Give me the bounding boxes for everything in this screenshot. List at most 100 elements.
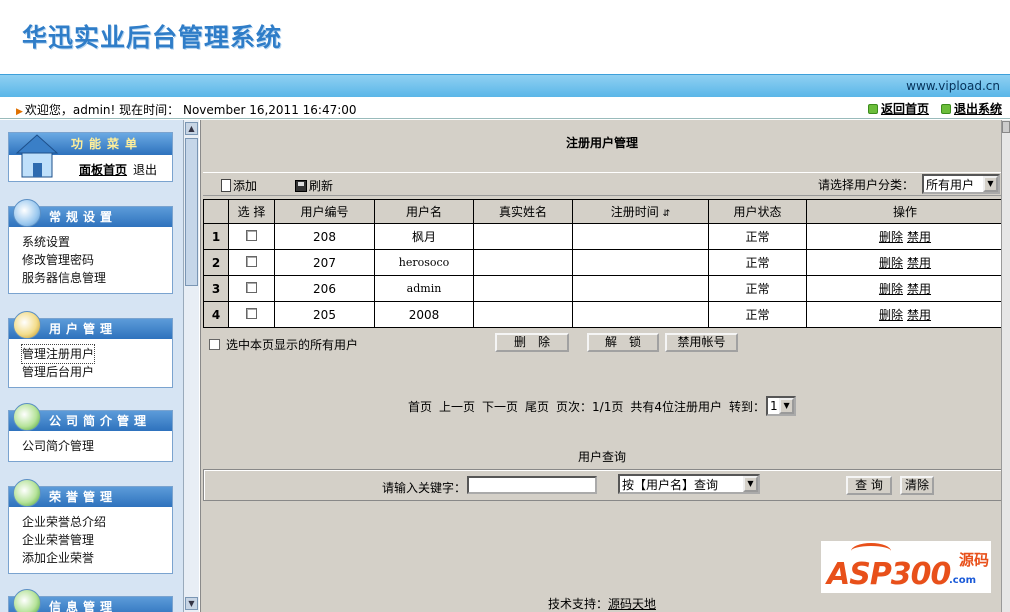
register-time (572, 249, 709, 276)
delete-link[interactable]: 删除 (879, 308, 903, 322)
logout-label: 退出系统 (953, 102, 1002, 116)
first-page-link[interactable]: 首页 (408, 398, 432, 415)
delete-link[interactable]: 删除 (879, 256, 903, 270)
logout-link[interactable]: 退出系统 (940, 100, 1002, 117)
user-id: 207 (274, 249, 375, 276)
row-checkbox[interactable] (246, 255, 257, 267)
menu-item-honor-add[interactable]: 添加企业荣誉 (22, 549, 172, 567)
row-checkbox[interactable] (246, 307, 257, 319)
menu-group-header[interactable]: 荣誉管理 (9, 479, 172, 507)
menu-group-header[interactable]: 信息管理 (9, 589, 172, 612)
menu-group-title: 用户管理 (49, 322, 118, 336)
bulk-delete-button[interactable]: 删 除 (495, 333, 569, 352)
table-row: 4 205 2008 正常 删除 禁用 (203, 301, 1004, 328)
chevron-down-icon: ▼ (743, 476, 758, 492)
delete-link[interactable]: 删除 (879, 282, 903, 296)
menu-item-manage-registered-users[interactable]: 管理注册用户 (20, 344, 96, 364)
page-select[interactable]: 1 ▼ (766, 396, 797, 416)
username: 2008 (374, 301, 474, 328)
sidebar-scrollbar[interactable]: ▲ ▼ (183, 120, 199, 612)
menu-item-honor-manage[interactable]: 企业荣誉管理 (22, 531, 172, 549)
disable-link[interactable]: 禁用 (907, 282, 931, 296)
query-bar: 请输入关键字： 按【用户名】查询 ▼ 查 询 清除 (203, 469, 1004, 501)
add-button[interactable]: 添加 (221, 177, 257, 194)
menu-item-system-settings[interactable]: 系统设置 (22, 233, 172, 251)
bulk-unlock-button[interactable]: 解 锁 (587, 333, 659, 352)
real-name (473, 223, 573, 250)
save-disk-icon (295, 179, 307, 192)
next-page-link[interactable]: 下一页 (482, 398, 518, 415)
header: 华迅实业后台管理系统 (0, 0, 1010, 74)
column-header: 用户状态 (708, 199, 807, 224)
toolbar: 添加 刷新 请选择用户分类： 所有用户 ▼ (203, 172, 1004, 196)
user-status: 正常 (708, 249, 807, 276)
search-button[interactable]: 查 询 (846, 476, 892, 495)
gear-icon (13, 199, 41, 227)
scroll-thumb[interactable] (185, 138, 198, 286)
app-title: 华迅实业后台管理系统 (22, 23, 283, 52)
menu-group-title: 公司简介管理 (49, 414, 152, 428)
table-row: 1 208 枫月 正常 删除 禁用 (203, 223, 1004, 250)
query-mode-select[interactable]: 按【用户名】查询 ▼ (618, 474, 760, 494)
column-header: 选 择 (228, 199, 275, 224)
delete-link[interactable]: 删除 (879, 230, 903, 244)
real-name (473, 275, 573, 302)
menu-group-header[interactable]: 公司简介管理 (9, 403, 172, 431)
new-document-icon (221, 179, 231, 192)
welcome-bar: ▶ 欢迎您，admin! 现在时间： November 16,2011 16:47… (0, 97, 1010, 119)
disable-link[interactable]: 禁用 (907, 308, 931, 322)
select-all[interactable]: 选中本页显示的所有用户 (209, 336, 358, 353)
last-page-link[interactable]: 尾页 (525, 398, 549, 415)
lock-icon (13, 311, 41, 339)
menu-group-title: 信息管理 (49, 600, 118, 612)
menu-group-title: 常规设置 (49, 210, 118, 224)
menu-group-header[interactable]: 常规设置 (9, 199, 172, 227)
row-checkbox[interactable] (246, 281, 257, 293)
row-index: 3 (203, 275, 229, 302)
prev-page-link[interactable]: 上一页 (439, 398, 475, 415)
category-select[interactable]: 所有用户 ▼ (922, 174, 1000, 194)
scroll-up-icon[interactable] (1002, 121, 1010, 133)
globe-icon (13, 479, 41, 507)
home-icon (867, 103, 878, 114)
goto-label: 转到： (729, 399, 766, 414)
column-header: 真实姓名 (473, 199, 573, 224)
menu-item-manage-admin-users[interactable]: 管理后台用户 (22, 363, 172, 381)
scroll-down-icon[interactable]: ▼ (185, 597, 198, 610)
category-value: 所有用户 (926, 177, 975, 192)
refresh-button[interactable]: 刷新 (295, 177, 333, 194)
sort-icon: ⇵ (662, 209, 671, 219)
page-title: 注册用户管理 (565, 136, 638, 150)
column-header: 操作 (806, 199, 1004, 224)
disable-link[interactable]: 禁用 (907, 256, 931, 270)
disable-link[interactable]: 禁用 (907, 230, 931, 244)
menu-item-change-password[interactable]: 修改管理密码 (22, 251, 172, 269)
menu-item-server-info[interactable]: 服务器信息管理 (22, 269, 172, 287)
pagination: 首页 上一页 下一页 尾页 页次：1/1页 共有4位注册用户 转到： 1 ▼ (201, 396, 1003, 416)
panel-home-link[interactable]: 面板首页 (79, 163, 127, 177)
scroll-up-icon[interactable]: ▲ (185, 122, 198, 135)
row-checkbox[interactable] (246, 229, 257, 241)
menu-group-honors: 荣誉管理 企业荣誉总介绍 企业荣誉管理 添加企业荣誉 (8, 479, 173, 574)
support-link[interactable]: 源码天地 (608, 597, 656, 611)
main-panel: 注册用户管理 添加 刷新 请选择用户分类： 所有用户 ▼ 选 择 用户编号 用户名… (200, 120, 1010, 612)
menu-item-honor-intro[interactable]: 企业荣誉总介绍 (22, 513, 172, 531)
select-all-checkbox[interactable] (209, 339, 220, 350)
back-home-link[interactable]: 返回首页 (867, 100, 929, 117)
asp300-logo[interactable]: ASP300 源码 .com (821, 541, 991, 593)
function-menu-links: 面板首页 退出 (79, 161, 157, 178)
menu-group-header[interactable]: 用户管理 (9, 311, 172, 339)
column-header-sortable[interactable]: 注册时间 ⇵ (572, 199, 709, 224)
clear-button[interactable]: 清除 (900, 476, 934, 495)
bulk-disable-button[interactable]: 禁用帐号 (665, 333, 738, 352)
menu-item-company-intro[interactable]: 公司简介管理 (22, 437, 172, 455)
main-scrollbar[interactable] (1001, 120, 1010, 612)
refresh-label: 刷新 (309, 179, 334, 193)
keyword-input[interactable] (467, 476, 597, 494)
user-status: 正常 (708, 223, 807, 250)
real-name (473, 301, 573, 328)
exit-link[interactable]: 退出 (133, 163, 157, 177)
arrow-icon: ▶ (16, 107, 23, 117)
row-select-cell (228, 223, 275, 250)
category-filter: 请选择用户分类： 所有用户 ▼ (818, 174, 1000, 194)
